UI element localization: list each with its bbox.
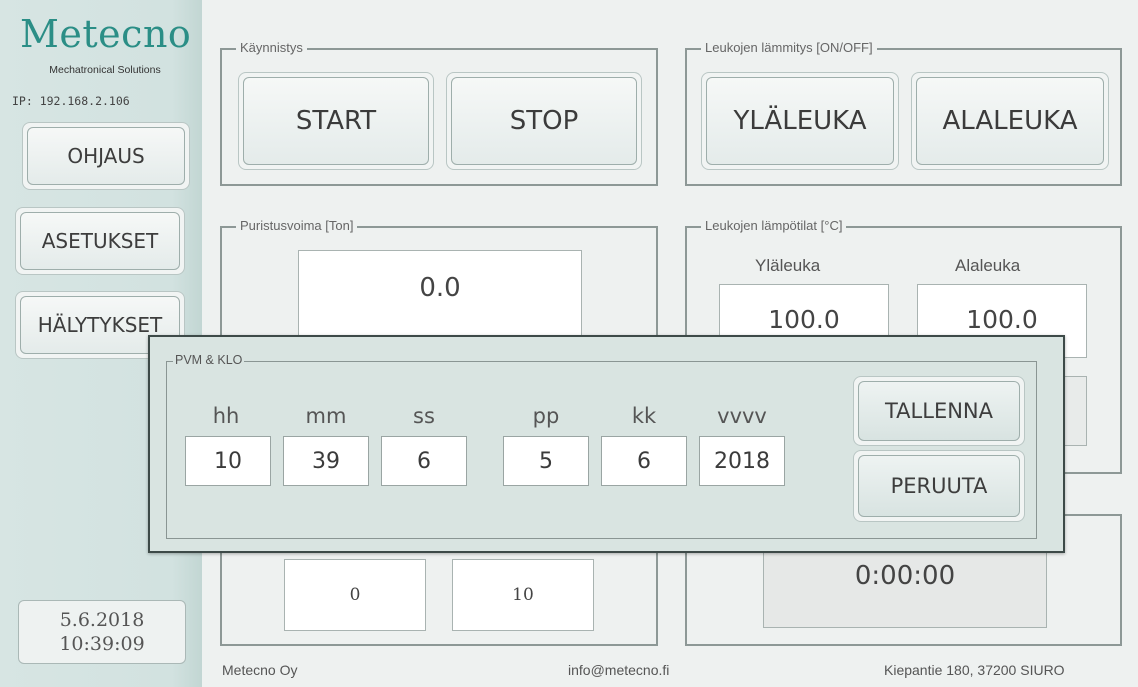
save-label: TALLENNA [858,381,1020,441]
datetime-display[interactable]: 5.6.2018 10:39:09 [18,600,186,664]
year-input[interactable]: 2018 [699,436,785,486]
date-text: 5.6.2018 [59,609,145,631]
cancel-label: PERUUTA [858,455,1020,517]
footer-company: Metecno Oy [222,662,298,678]
upper-jaw-heating-label: YLÄLEUKA [706,77,894,165]
temps-label: Leukojen lämpötilat [°C] [701,218,847,233]
save-button[interactable]: TALLENNA [853,376,1025,446]
heating-panel: Leukojen lämmitys [ON/OFF] YLÄLEUKA ALAL… [685,40,1122,186]
start-label: START [243,77,429,165]
stop-button[interactable]: STOP [446,72,642,170]
heating-label: Leukojen lämmitys [ON/OFF] [701,40,877,55]
stop-label: STOP [451,77,637,165]
month-label: kk [631,404,657,428]
nav-ohjaus-button[interactable]: OHJAUS [22,122,190,190]
footer-email[interactable]: info@metecno.fi [568,662,669,678]
nav-asetukset-label: ASETUKSET [20,212,180,270]
date-time-group: PVM & KLO hh mm ss pp kk vvvv 10 39 6 5 … [166,353,1037,539]
force-label: Puristusvoima [Ton] [236,218,358,233]
hour-label: hh [212,404,240,428]
upper-jaw-heating-button[interactable]: YLÄLEUKA [701,72,899,170]
minute-input[interactable]: 39 [283,436,369,486]
hour-input[interactable]: 10 [185,436,271,486]
nav-asetukset-button[interactable]: ASETUKSET [15,207,185,275]
day-label: pp [532,404,560,428]
lower-jaw-label: Alaleuka [955,256,1021,275]
ip-address: IP: 192.168.2.106 [12,94,130,108]
force-value: 0.0 [298,250,582,340]
year-label: vvvv [717,404,767,428]
lower-jaw-heating-label: ALALEUKA [916,77,1104,165]
nav-ohjaus-label: OHJAUS [27,127,185,185]
date-time-dialog: PVM & KLO hh mm ss pp kk vvvv 10 39 6 5 … [148,335,1065,553]
date-time-group-label: PVM & KLO [173,353,245,367]
footer-address: Kiepantie 180, 37200 SIURO [884,662,1065,678]
bottom-value-1: 0 [284,559,426,631]
second-label: ss [413,404,435,428]
start-button[interactable]: START [238,72,434,170]
second-input[interactable]: 6 [381,436,467,486]
upper-jaw-label: Yläleuka [755,256,821,275]
logo-subtitle: Mechatronical Solutions [49,64,161,76]
month-input[interactable]: 6 [601,436,687,486]
day-input[interactable]: 5 [503,436,589,486]
time-text: 10:39:09 [59,633,145,655]
logo-title: Metecno [20,12,192,56]
lower-jaw-heating-button[interactable]: ALALEUKA [911,72,1109,170]
bottom-value-2: 10 [452,559,594,631]
minute-label: mm [305,404,347,428]
kaynnistys-panel: Käynnistys START STOP [220,40,658,186]
kaynnistys-label: Käynnistys [236,40,307,55]
cancel-button[interactable]: PERUUTA [853,450,1025,522]
